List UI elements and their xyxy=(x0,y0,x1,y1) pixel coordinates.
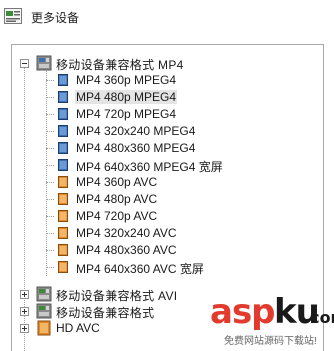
tree-item-label: MP4 720p MPEG4 xyxy=(76,107,177,121)
film-orange-icon xyxy=(58,210,68,222)
expand-toggle[interactable] xyxy=(20,290,29,299)
expand-toggle[interactable] xyxy=(20,324,29,333)
tree-group-label: 移动设备兼容格式 xyxy=(56,306,155,320)
watermark-brand-a: asp xyxy=(210,292,276,332)
tree-item-label: MP4 480p MPEG4 xyxy=(75,90,178,104)
panel-title: 更多设备 xyxy=(31,11,80,25)
tree-group-label: HD AVC xyxy=(56,321,100,335)
tree-item[interactable]: MP4 360p AVC xyxy=(12,174,312,191)
tree-item-label: MP4 480x360 AVC xyxy=(76,243,177,257)
film-orange-icon xyxy=(58,176,68,188)
tree-item-label: MP4 360p MPEG4 xyxy=(76,73,177,87)
tree-group-label: 移动设备兼容格式 MP4 xyxy=(56,58,184,72)
film-orange-icon xyxy=(37,320,51,336)
site-watermark: asp ku .com 免费网站源码下载站! xyxy=(210,292,334,350)
film-blue-icon xyxy=(58,74,68,86)
collapse-toggle[interactable] xyxy=(20,59,29,68)
film-blue-icon xyxy=(58,91,68,103)
tree-item[interactable]: MP4 480p MPEG4 xyxy=(12,89,312,106)
tree-item[interactable]: MP4 480x360 AVC xyxy=(12,242,312,259)
film-orange-icon xyxy=(58,193,68,205)
tree-item-label: MP4 720p AVC xyxy=(76,209,158,223)
film-orange-icon xyxy=(58,227,68,239)
tree-item-label: MP4 360p AVC xyxy=(76,175,158,189)
tree-item[interactable]: MP4 720p AVC xyxy=(12,208,312,225)
tree-item[interactable]: MP4 640x360 AVC 宽屏 xyxy=(12,259,312,276)
film-blue-icon xyxy=(58,159,68,171)
tree-item[interactable]: MP4 320x240 AVC xyxy=(12,225,312,242)
tree-group-label: 移动设备兼容格式 AVI xyxy=(56,289,178,303)
film-blue-icon xyxy=(58,142,68,154)
tree-item-label: MP4 320x240 AVC xyxy=(76,226,177,240)
tree-item[interactable]: MP4 480x360 MPEG4 xyxy=(12,140,312,157)
tree-item-label: MP4 640x360 AVC 宽屏 xyxy=(76,262,204,276)
film-orange-icon xyxy=(58,261,68,273)
tree-item[interactable]: MP4 720p MPEG4 xyxy=(12,106,312,123)
device-list-icon xyxy=(4,8,22,24)
package-icon xyxy=(36,55,52,71)
tree-item-label: MP4 640x360 MPEG4 宽屏 xyxy=(76,160,223,174)
tree-item-label: MP4 480p AVC xyxy=(76,192,158,206)
tree-item-label: MP4 320x240 MPEG4 xyxy=(76,124,196,138)
watermark-brand-c: .com xyxy=(304,308,334,327)
package-green-icon xyxy=(36,286,52,302)
package-green-icon xyxy=(36,303,52,319)
tree-group-mp4[interactable]: 移动设备兼容格式 MP4 xyxy=(12,55,312,72)
expand-toggle[interactable] xyxy=(20,307,29,316)
tree-item-label: MP4 480x360 MPEG4 xyxy=(76,141,196,155)
panel-header: 更多设备 xyxy=(0,0,334,34)
tree-item[interactable]: MP4 640x360 MPEG4 宽屏 xyxy=(12,157,312,174)
tree-item[interactable]: MP4 360p MPEG4 xyxy=(12,72,312,89)
tree-item[interactable]: MP4 480p AVC xyxy=(12,191,312,208)
tree-item[interactable]: MP4 320x240 MPEG4 xyxy=(12,123,312,140)
film-orange-icon xyxy=(58,244,68,256)
film-blue-icon xyxy=(58,125,68,137)
film-blue-icon xyxy=(58,108,68,120)
watermark-subtitle: 免费网站源码下载站! xyxy=(224,336,317,347)
